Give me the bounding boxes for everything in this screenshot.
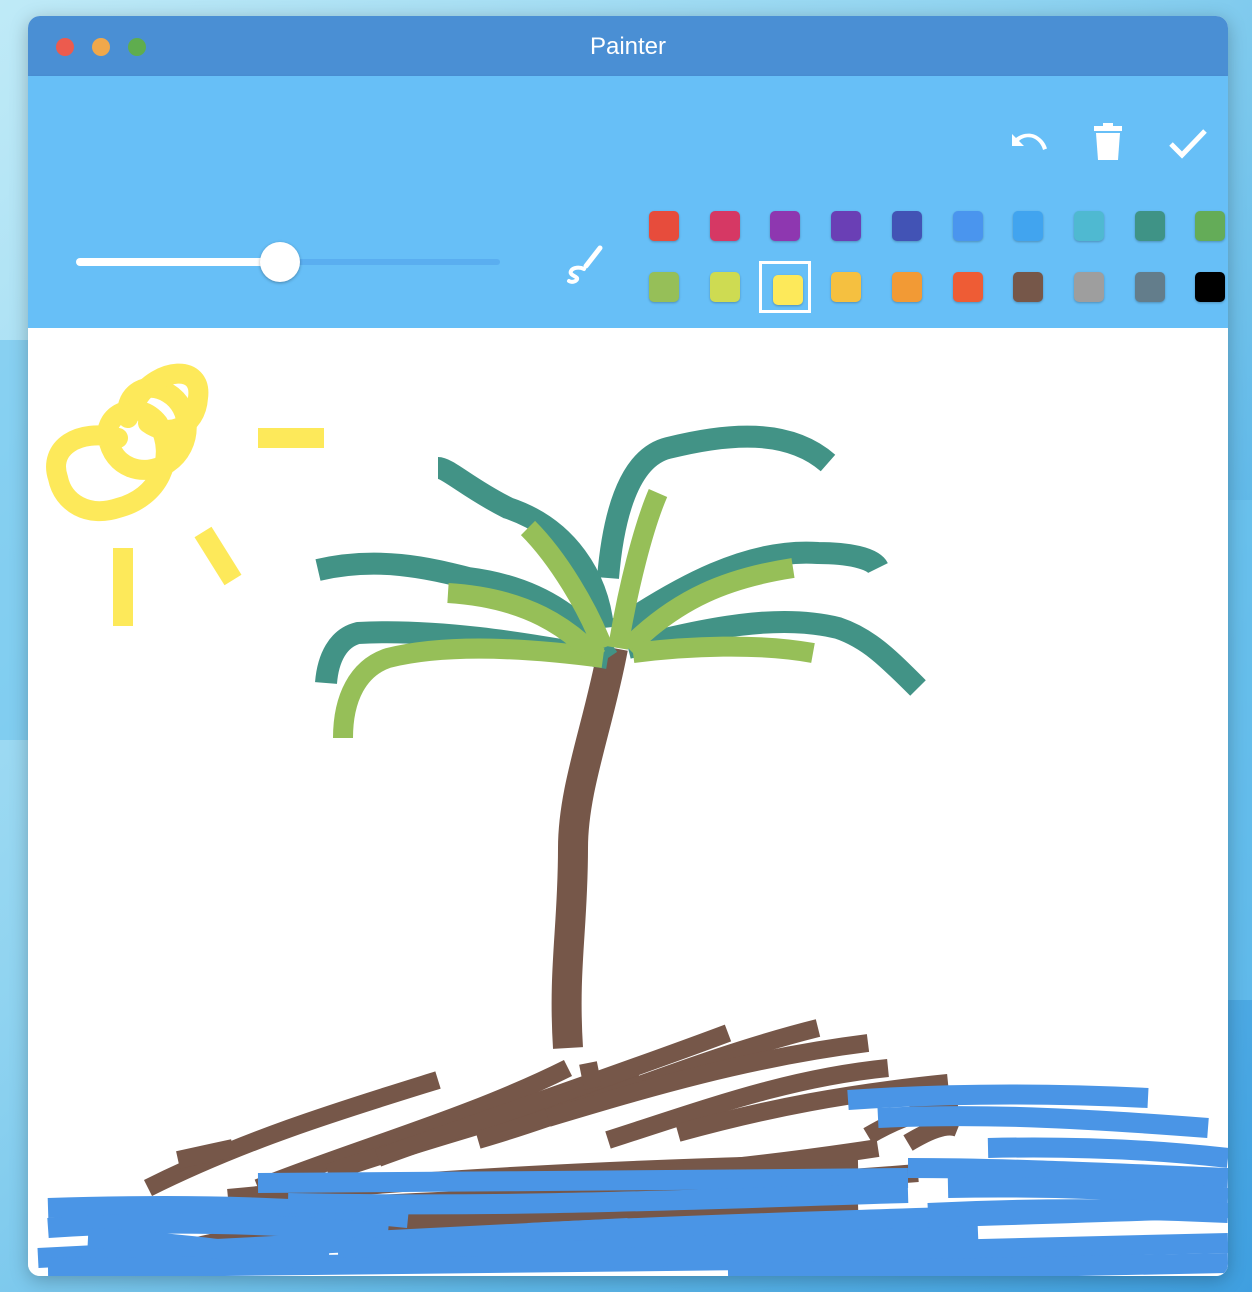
- trash-icon: [1094, 123, 1122, 160]
- color-swatch-12[interactable]: [699, 261, 751, 313]
- brush-icon: [567, 245, 603, 284]
- slider-track-active: [76, 258, 280, 266]
- color-swatch-18[interactable]: [1063, 261, 1115, 313]
- color-swatch-2[interactable]: [699, 200, 751, 252]
- color-swatch-11[interactable]: [638, 261, 690, 313]
- color-chip: [831, 211, 862, 241]
- color-chip: [770, 211, 801, 241]
- title-bar: Painter: [28, 16, 1228, 76]
- color-swatch-4[interactable]: [820, 200, 872, 252]
- color-chip: [649, 272, 679, 302]
- color-swatch-19[interactable]: [1124, 261, 1176, 313]
- maximize-window-button[interactable]: [128, 38, 146, 56]
- color-chip: [709, 272, 740, 302]
- color-chip: [891, 211, 922, 241]
- color-chip: [831, 272, 862, 302]
- color-chip: [1195, 272, 1226, 302]
- check-icon: [1169, 129, 1207, 159]
- undo-icon: [1012, 133, 1047, 150]
- color-palette: [638, 200, 1226, 320]
- color-chip: [709, 211, 740, 241]
- color-chip: [773, 275, 804, 305]
- drawing: [37, 363, 1228, 1276]
- toolbar: [28, 76, 1228, 328]
- color-chip: [952, 272, 983, 302]
- background-shape: [1228, 500, 1252, 1000]
- color-chip: [1073, 211, 1104, 241]
- color-swatch-17[interactable]: [1002, 261, 1054, 313]
- color-swatch-15[interactable]: [881, 261, 933, 313]
- color-chip: [1134, 211, 1165, 241]
- color-swatch-13[interactable]: [759, 261, 812, 313]
- color-chip: [1073, 272, 1104, 302]
- color-chip: [1195, 211, 1226, 241]
- stroke-width-slider[interactable]: [76, 242, 500, 282]
- painter-window: Painter: [28, 16, 1228, 1276]
- color-chip: [952, 211, 983, 241]
- palm-trunk: [551, 645, 628, 1049]
- color-chip: [1134, 272, 1165, 302]
- color-chip: [1013, 211, 1044, 241]
- color-swatch-8[interactable]: [1063, 200, 1115, 252]
- color-swatch-3[interactable]: [759, 200, 811, 252]
- color-swatch-1[interactable]: [638, 200, 690, 252]
- color-swatch-10[interactable]: [1184, 200, 1228, 252]
- slider-thumb[interactable]: [259, 242, 300, 282]
- color-chip: [649, 211, 679, 241]
- water-scribble: [37, 1084, 1228, 1276]
- color-chip: [891, 272, 922, 302]
- color-swatch-16[interactable]: [942, 261, 994, 313]
- color-chip: [1013, 272, 1044, 302]
- minimize-window-button[interactable]: [92, 38, 110, 56]
- window-title: Painter: [589, 33, 667, 60]
- delete-button[interactable]: [1084, 118, 1132, 166]
- sun-scribble: [46, 363, 209, 522]
- color-swatch-6[interactable]: [942, 200, 994, 252]
- drawing-canvas[interactable]: [28, 328, 1228, 1276]
- color-swatch-7[interactable]: [1002, 200, 1054, 252]
- close-window-button[interactable]: [56, 38, 74, 56]
- background-shape: [0, 340, 28, 740]
- undo-button[interactable]: [1004, 118, 1052, 166]
- color-swatch-20[interactable]: [1184, 261, 1228, 313]
- done-button[interactable]: [1164, 118, 1212, 166]
- color-swatch-5[interactable]: [881, 200, 933, 252]
- color-swatch-9[interactable]: [1124, 200, 1176, 252]
- color-swatch-14[interactable]: [820, 261, 872, 313]
